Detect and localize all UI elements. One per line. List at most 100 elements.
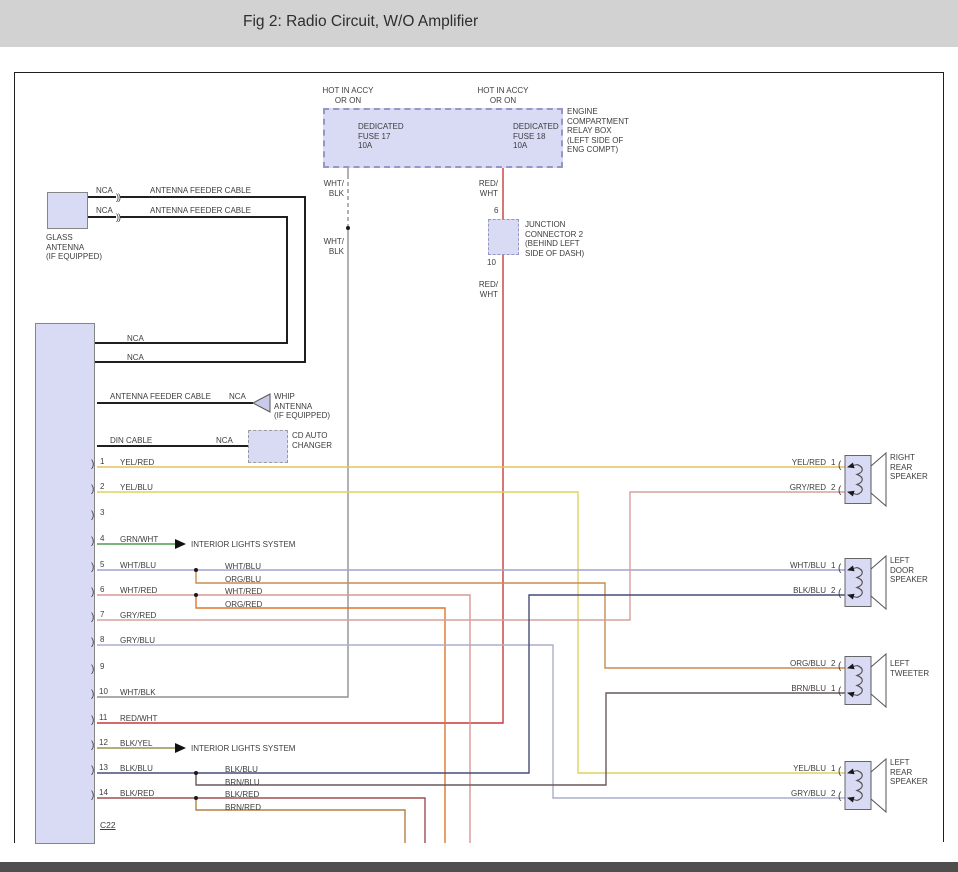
wht-blk-label-lower: WHT/ BLK <box>320 237 344 256</box>
pin-number: 1 <box>100 457 104 466</box>
junction-dot <box>194 593 198 597</box>
pin-bracket: ) <box>91 690 94 700</box>
speaker-body-left-door <box>845 559 871 607</box>
pin-wire-label: YEL/BLU <box>120 483 153 493</box>
pin-wire-label: RED/WHT <box>120 714 157 724</box>
speaker-pin-number: 1 <box>831 684 835 693</box>
pin-bracket: ) <box>91 460 94 470</box>
din-cable-label: DIN CABLE <box>110 436 152 446</box>
branch-label: WHT/RED <box>225 587 262 597</box>
branch-label: BRN/RED <box>225 803 261 813</box>
speaker-pin-bracket: ( <box>838 792 841 802</box>
whip-antenna-icon <box>253 394 270 412</box>
speaker-cone-left-tweeter <box>871 654 886 707</box>
speaker-pin-bracket: ( <box>838 687 841 697</box>
bottom-bar <box>0 862 958 872</box>
pin-wire-label: GRY/BLU <box>120 636 155 646</box>
speaker-wire-label: WHT/BLU <box>770 561 826 571</box>
glass-antenna-label: GLASS ANTENNA (IF EQUIPPED) <box>46 233 102 262</box>
glass-nca-1: NCA <box>96 186 113 196</box>
junction-connector-label: JUNCTION CONNECTOR 2 (BEHIND LEFT SIDE O… <box>525 220 584 258</box>
speaker-body-right-rear <box>845 456 871 504</box>
speaker-pin-bracket: ( <box>838 564 841 574</box>
speaker-body-left-tweeter <box>845 657 871 705</box>
speaker-pin-bracket: ( <box>838 767 841 777</box>
wire-org-blu <box>196 570 845 668</box>
speaker-wire-label: GRY/BLU <box>770 789 826 799</box>
red-wht-label-upper: RED/ WHT <box>472 179 498 198</box>
speaker-pin-number: 1 <box>831 561 835 570</box>
junction-pin-top: 6 <box>494 206 498 215</box>
interior-lights-label-2: INTERIOR LIGHTS SYSTEM <box>191 744 295 754</box>
speaker-pin-bracket: ( <box>838 461 841 471</box>
pin-wire-label: YEL/RED <box>120 458 154 468</box>
speaker-name-left-door: LEFT DOOR SPEAKER <box>890 556 928 585</box>
pin-wire-label: GRY/RED <box>120 611 156 621</box>
pin-bracket: ) <box>91 613 94 623</box>
wire-gry-red <box>97 492 845 620</box>
branch-label: BLK/BLU <box>225 765 258 775</box>
wire-red-wht-main <box>97 255 503 723</box>
wht-blk-label-upper: WHT/ BLK <box>320 179 344 198</box>
pin-wire-label: BLK/RED <box>120 789 154 799</box>
speaker-wire-label: GRY/RED <box>770 483 826 493</box>
glass-nca-2: NCA <box>96 206 113 216</box>
pin-number: 10 <box>99 687 108 696</box>
din-nca-label: NCA <box>216 436 233 446</box>
cd-changer-label: CD AUTO CHANGER <box>292 431 332 450</box>
relay-box-label: ENGINE COMPARTMENT RELAY BOX (LEFT SIDE … <box>567 107 629 155</box>
speaker-cone-left-rear <box>871 759 886 812</box>
pin-wire-label: WHT/BLK <box>120 688 156 698</box>
pin-wire-label: WHT/BLU <box>120 561 156 571</box>
pin-number: 7 <box>100 610 104 619</box>
cd-changer-box <box>248 430 288 463</box>
pin-wire-label: BLK/YEL <box>120 739 152 749</box>
pin-number: 6 <box>100 585 104 594</box>
pin-bracket: ) <box>91 741 94 751</box>
speaker-pin-bracket: ( <box>838 589 841 599</box>
speaker-cone-right-rear <box>871 453 886 506</box>
wire-yel-blu <box>97 492 845 773</box>
speaker-name-left-tweeter: LEFT TWEETER <box>890 659 929 678</box>
pin-wire-label: WHT/RED <box>120 586 157 596</box>
speaker-wire-label: YEL/RED <box>770 458 826 468</box>
wire-glass-antenna-2 <box>88 217 287 343</box>
speaker-wire-label: BRN/BLU <box>770 684 826 694</box>
branch-label: BRN/BLU <box>225 778 260 788</box>
radio-connector-id: C22 <box>100 820 116 830</box>
fuse-17-label: DEDICATED FUSE 17 10A <box>358 122 404 151</box>
pin-number: 4 <box>100 534 104 543</box>
interior-lights-arrow-1 <box>175 539 186 549</box>
whip-nca-label: NCA <box>229 392 246 402</box>
hot-in-accy-label-2: HOT IN ACCY OR ON <box>463 86 543 105</box>
junction-dot <box>194 568 198 572</box>
pin-number: 12 <box>99 738 108 747</box>
pin-bracket: ) <box>91 588 94 598</box>
pin-bracket: ) <box>91 665 94 675</box>
whip-cable-label: ANTENNA FEEDER CABLE <box>110 392 211 402</box>
antenna-connector-icon-2: )) <box>116 213 120 222</box>
speaker-pin-bracket: ( <box>838 662 841 672</box>
wire-brn-blu <box>196 693 845 785</box>
junction-dot <box>194 771 198 775</box>
interior-lights-arrow-2 <box>175 743 186 753</box>
junction-dot <box>346 226 350 230</box>
branch-label: ORG/BLU <box>225 575 261 585</box>
speaker-pin-number: 1 <box>831 764 835 773</box>
antenna-connector-icon-1: )) <box>116 193 120 202</box>
speaker-cone-left-door <box>871 556 886 609</box>
pin-number: 2 <box>100 482 104 491</box>
speaker-body-left-rear <box>845 762 871 810</box>
pin-bracket: ) <box>91 716 94 726</box>
pin-bracket: ) <box>91 511 94 521</box>
speaker-pin-number: 2 <box>831 483 835 492</box>
branch-label: WHT/BLU <box>225 562 261 572</box>
antenna-feeder-cable-1: ANTENNA FEEDER CABLE <box>150 186 251 196</box>
speaker-wire-label: ORG/BLU <box>770 659 826 669</box>
pin-number: 5 <box>100 560 104 569</box>
wire-glass-antenna-1 <box>88 197 305 362</box>
red-wht-label-lower: RED/ WHT <box>472 280 498 299</box>
pin-number: 11 <box>99 713 107 722</box>
speaker-pin-number: 2 <box>831 586 835 595</box>
pin-bracket: ) <box>91 638 94 648</box>
